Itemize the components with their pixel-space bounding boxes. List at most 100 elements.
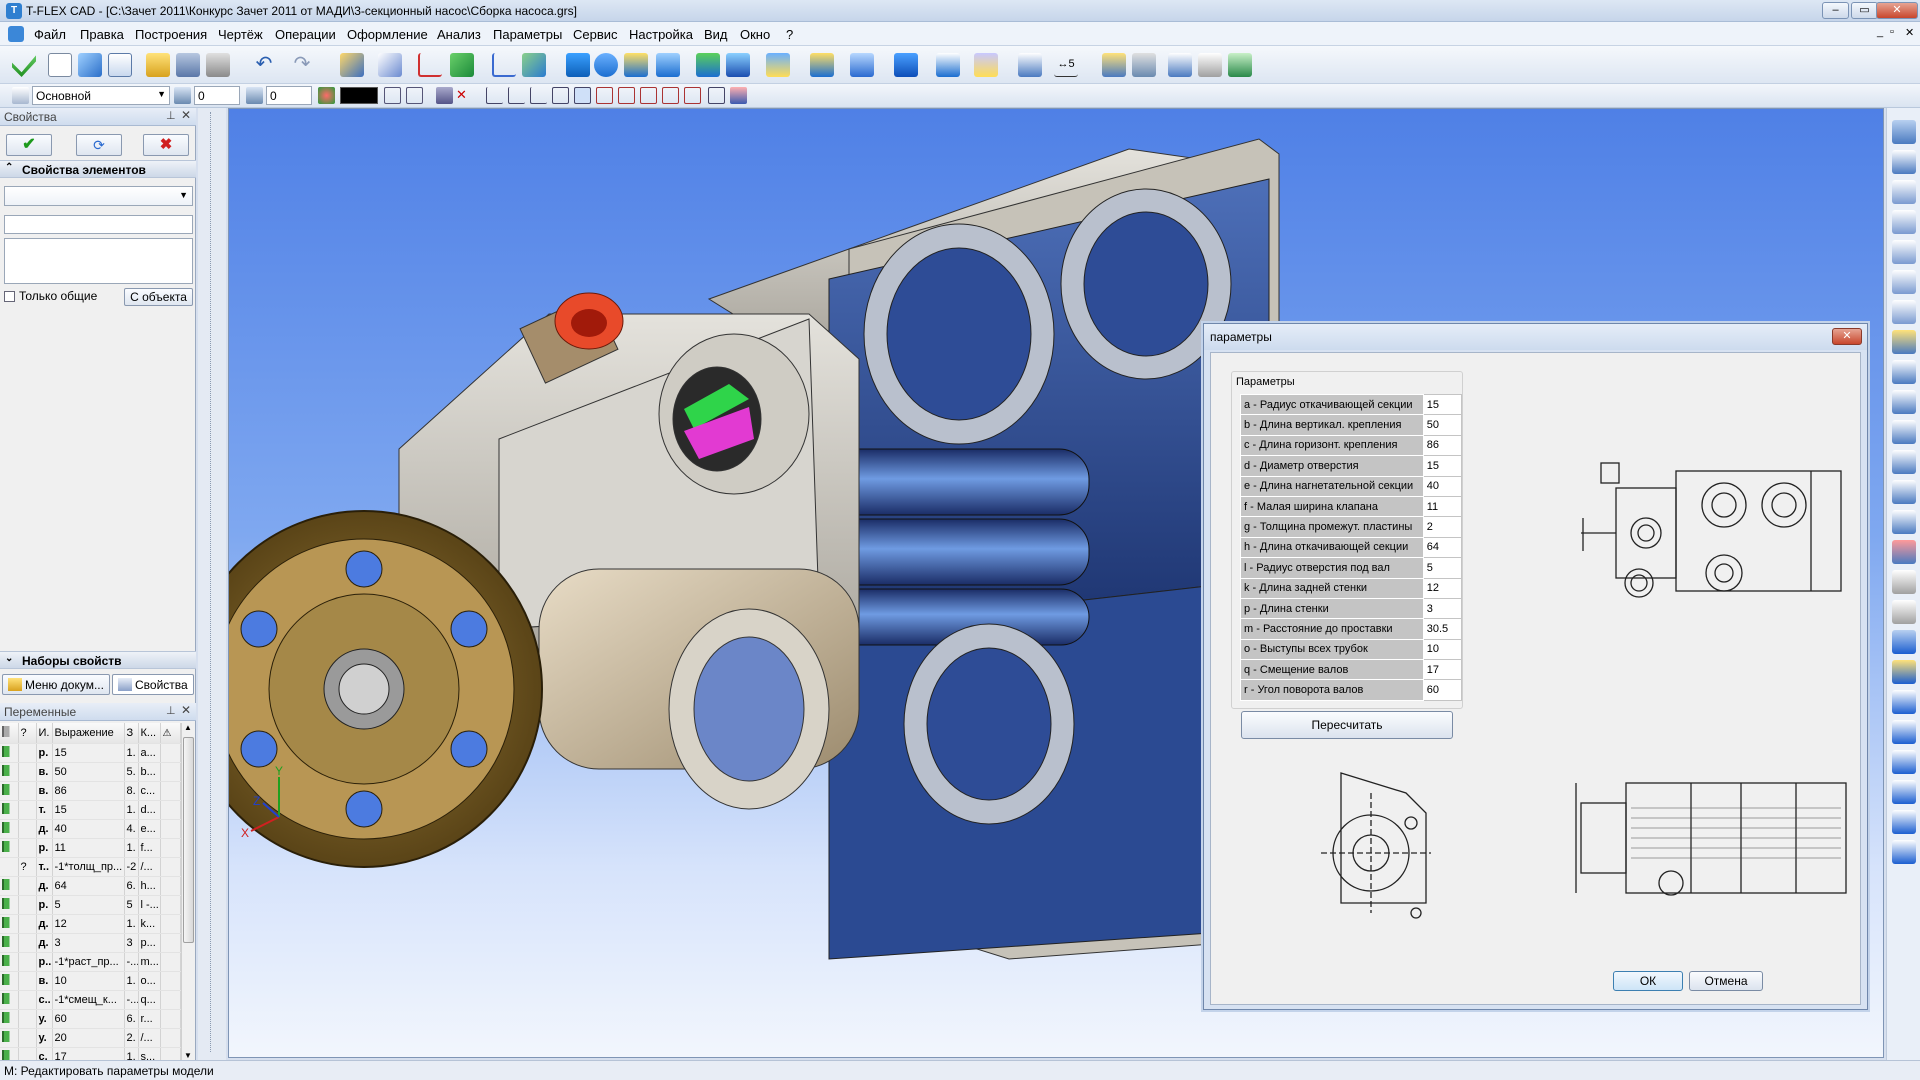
view-18-icon[interactable] (1892, 840, 1916, 864)
var-q[interactable]: ? (18, 857, 37, 877)
var-flag-cell[interactable] (0, 1028, 19, 1048)
var-q[interactable] (18, 952, 37, 972)
variable-row[interactable]: в. 50 5. b... (0, 762, 181, 782)
zoom-window-icon[interactable] (1892, 150, 1916, 174)
filter-9-icon[interactable] (662, 87, 679, 104)
magnet-icon[interactable] (1892, 120, 1916, 144)
snap-icon[interactable] (436, 87, 453, 104)
var-name[interactable]: д. (36, 933, 53, 953)
var-expression[interactable]: 5 (52, 895, 125, 915)
var-extra[interactable] (160, 762, 181, 782)
cancel-props-button[interactable]: ✖ (143, 134, 189, 156)
menu-service[interactable]: Сервис (573, 27, 618, 42)
var-comment[interactable]: /... (138, 857, 161, 877)
redo-icon[interactable]: ↷ (290, 53, 314, 77)
parameter-value-field[interactable]: 64 (1422, 536, 1463, 559)
var-extra[interactable] (160, 990, 181, 1010)
thread-icon[interactable] (894, 53, 918, 77)
var-q[interactable] (18, 1028, 37, 1048)
mdi-close-icon[interactable]: ✕ (1905, 26, 1914, 39)
filter-7-icon[interactable] (618, 87, 635, 104)
var-expression[interactable]: 10 (52, 971, 125, 991)
var-comment[interactable]: p... (138, 933, 161, 953)
menu-constructions[interactable]: Построения (135, 27, 207, 42)
filter-11-icon[interactable] (708, 87, 725, 104)
var-q[interactable] (18, 800, 37, 820)
view-8-icon[interactable] (1892, 540, 1916, 564)
var-q[interactable] (18, 781, 37, 801)
var-extra[interactable] (160, 895, 181, 915)
var-comment[interactable]: o... (138, 971, 161, 991)
maximize-button[interactable]: ▭ (1851, 2, 1878, 19)
parameter-value-field[interactable]: 40 (1422, 475, 1463, 497)
variables-icon[interactable] (1102, 53, 1126, 77)
parameter-value-field[interactable]: 60 (1422, 679, 1463, 701)
var-q[interactable] (18, 819, 37, 839)
only-common-checkbox[interactable] (4, 291, 15, 302)
menu-parameters[interactable]: Параметры (493, 27, 562, 42)
tab-doc-menu[interactable]: Меню докум... (2, 674, 110, 695)
var-extra[interactable] (160, 819, 181, 839)
view-5-icon[interactable] (1892, 450, 1916, 474)
var-extra[interactable] (160, 971, 181, 991)
var-extra[interactable] (160, 1009, 181, 1029)
ok-button[interactable]: ОК (1613, 971, 1683, 991)
var-value[interactable]: 5. (124, 762, 139, 782)
new-doc-icon[interactable] (48, 53, 72, 77)
col-value[interactable]: З (124, 723, 139, 744)
cut-icon[interactable] (974, 53, 998, 77)
var-value[interactable]: -... (124, 990, 139, 1010)
var-comment[interactable]: a... (138, 743, 161, 763)
variable-row[interactable]: р. 5 5 l -... (0, 895, 181, 915)
var-comment[interactable]: d... (138, 800, 161, 820)
mdi-restore-icon[interactable]: ▫ (1890, 26, 1894, 38)
parameter-value-field[interactable]: 50 (1422, 414, 1463, 436)
menu-window[interactable]: Окно (740, 27, 770, 42)
zoom-all-icon[interactable] (1892, 180, 1916, 204)
var-q[interactable] (18, 990, 37, 1010)
menu-edit[interactable]: Правка (80, 27, 124, 42)
var-extra[interactable] (160, 781, 181, 801)
filter-5-icon[interactable] (574, 87, 591, 104)
filter-2-icon[interactable] (508, 87, 525, 104)
var-flag-cell[interactable] (0, 762, 19, 782)
var-flag-cell[interactable] (0, 990, 19, 1010)
var-comment[interactable]: f... (138, 838, 161, 858)
section-icon[interactable] (1018, 53, 1042, 77)
menu-operations[interactable]: Операции (275, 27, 336, 42)
line-style-icon[interactable] (384, 87, 401, 104)
parameter-value-field[interactable]: 3 (1422, 597, 1463, 620)
pin-variables-icon[interactable]: ⊥ (166, 704, 176, 717)
var-comment[interactable]: m... (138, 952, 161, 972)
layer-select[interactable]: Основной ▼ (32, 86, 170, 105)
constraints-icon[interactable] (1168, 53, 1192, 77)
doc-icon[interactable] (8, 26, 24, 42)
cancel-button[interactable]: Отмена (1689, 971, 1763, 991)
var-name[interactable]: у. (36, 1009, 53, 1029)
fragment-icon[interactable] (1228, 53, 1252, 77)
var-value[interactable]: 6. (124, 1009, 139, 1029)
view-9-icon[interactable] (1892, 570, 1916, 594)
line-weight-icon[interactable] (406, 87, 423, 104)
close-variables-icon[interactable]: ✕ (181, 703, 191, 717)
menu-design[interactable]: Оформление (347, 27, 428, 42)
var-extra[interactable] (160, 914, 181, 934)
menu-drawing[interactable]: Чертёж (218, 27, 263, 42)
variable-row[interactable]: в. 86 8. c... (0, 781, 181, 801)
view-1-icon[interactable] (1892, 330, 1916, 354)
filter-1-icon[interactable] (486, 87, 503, 104)
filter-4-icon[interactable] (552, 87, 569, 104)
var-name[interactable]: р. (36, 895, 53, 915)
workplane-icon[interactable] (378, 53, 402, 77)
loft-icon[interactable] (624, 53, 648, 77)
array-icon[interactable] (766, 53, 790, 77)
var-comment[interactable]: k... (138, 914, 161, 934)
var-expression[interactable]: 64 (52, 876, 125, 896)
ok-props-button[interactable]: ✔ (6, 134, 52, 156)
var-value[interactable]: 5 (124, 895, 139, 915)
view-11-icon[interactable] (1892, 630, 1916, 654)
var-flag-cell[interactable] (0, 800, 19, 820)
var-comment[interactable]: h... (138, 876, 161, 896)
var-q[interactable] (18, 895, 37, 915)
new-drawing-icon[interactable] (108, 53, 132, 77)
